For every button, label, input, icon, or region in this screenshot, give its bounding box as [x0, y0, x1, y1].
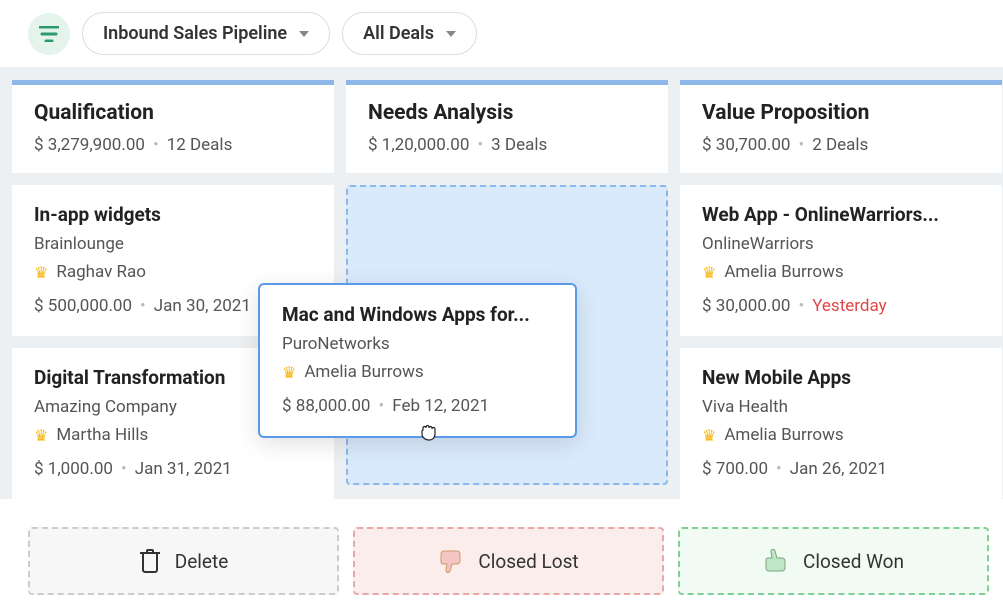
filter-icon	[39, 26, 59, 42]
deal-company: Viva Health	[702, 397, 980, 417]
column-deals: 3 Deals	[491, 135, 547, 155]
column-amount: $ 30,700.00	[702, 135, 790, 155]
owner-name: Amelia Burrows	[724, 425, 843, 445]
filter-label: All Deals	[363, 23, 434, 44]
owner-name: Amelia Burrows	[304, 362, 423, 382]
delete-zone[interactable]: Delete	[28, 527, 339, 595]
deal-date: Jan 26, 2021	[790, 459, 887, 479]
closed-won-label: Closed Won	[803, 550, 904, 573]
column-deals: 12 Deals	[167, 135, 233, 155]
column-header[interactable]: Qualification $ 3,279,900.00 • 12 Deals	[12, 80, 334, 173]
deal-owner: ♛ Amelia Burrows	[702, 425, 980, 445]
column-meta: $ 30,700.00 • 2 Deals	[702, 135, 980, 155]
separator-dot: •	[153, 135, 159, 155]
crown-icon: ♛	[282, 363, 296, 382]
deal-amount: $ 88,000.00	[282, 396, 370, 416]
crown-icon: ♛	[34, 263, 48, 282]
separator-dot: •	[140, 296, 146, 316]
top-bar: Inbound Sales Pipeline All Deals	[0, 0, 1003, 68]
deal-title: New Mobile Apps	[702, 366, 980, 389]
column-amount: $ 1,20,000.00	[368, 135, 469, 155]
column-title: Needs Analysis	[368, 101, 646, 125]
column-header[interactable]: Value Proposition $ 30,700.00 • 2 Deals	[680, 80, 1002, 173]
pipeline-dropdown[interactable]: Inbound Sales Pipeline	[82, 12, 330, 55]
separator-dot: •	[776, 459, 782, 479]
dragging-deal-card[interactable]: Mac and Windows Apps for... PuroNetworks…	[258, 283, 577, 438]
separator-dot: •	[477, 135, 483, 155]
deal-amount: $ 1,000.00	[34, 459, 113, 479]
delete-label: Delete	[175, 550, 229, 573]
separator-dot: •	[121, 459, 127, 479]
column-header[interactable]: Needs Analysis $ 1,20,000.00 • 3 Deals	[346, 80, 668, 173]
deal-date: Jan 31, 2021	[135, 459, 232, 479]
column-value-proposition: Value Proposition $ 30,700.00 • 2 Deals …	[680, 80, 1002, 499]
closed-lost-label: Closed Lost	[478, 550, 578, 573]
deal-date: Feb 12, 2021	[392, 396, 489, 416]
deal-footer: $ 30,000.00 • Yesterday	[702, 296, 980, 316]
thumbs-down-icon	[438, 548, 464, 574]
deal-footer: $ 88,000.00 • Feb 12, 2021	[282, 396, 553, 416]
column-deals: 2 Deals	[812, 135, 868, 155]
crown-icon: ♛	[702, 263, 716, 282]
deal-date: Jan 30, 2021	[154, 296, 251, 316]
column-meta: $ 3,279,900.00 • 12 Deals	[34, 135, 312, 155]
deal-footer: $ 1,000.00 • Jan 31, 2021	[34, 459, 312, 479]
deal-date: Yesterday	[812, 296, 886, 316]
owner-name: Raghav Rao	[56, 262, 146, 282]
deal-amount: $ 30,000.00	[702, 296, 790, 316]
deal-company: PuroNetworks	[282, 334, 553, 354]
chevron-down-icon	[299, 31, 309, 37]
thumbs-up-icon	[763, 548, 789, 574]
deal-footer: $ 700.00 • Jan 26, 2021	[702, 459, 980, 479]
closed-won-zone[interactable]: Closed Won	[678, 527, 989, 595]
owner-name: Martha Hills	[56, 425, 148, 445]
deal-title: Web App - OnlineWarriors...	[702, 203, 980, 226]
column-title: Qualification	[34, 101, 312, 125]
column-title: Value Proposition	[702, 101, 980, 125]
deal-owner: ♛ Amelia Burrows	[282, 362, 553, 382]
owner-name: Amelia Burrows	[724, 262, 843, 282]
deal-owner: ♛ Amelia Burrows	[702, 262, 980, 282]
column-meta: $ 1,20,000.00 • 3 Deals	[368, 135, 646, 155]
deal-owner: ♛ Raghav Rao	[34, 262, 312, 282]
separator-dot: •	[798, 135, 804, 155]
crown-icon: ♛	[702, 426, 716, 445]
deal-title: Mac and Windows Apps for...	[282, 303, 553, 326]
separator-dot: •	[378, 396, 384, 416]
filter-dropdown[interactable]: All Deals	[342, 12, 477, 55]
closed-lost-zone[interactable]: Closed Lost	[353, 527, 664, 595]
grab-cursor-icon	[418, 420, 440, 447]
deal-card[interactable]: New Mobile Apps Viva Health ♛ Amelia Bur…	[680, 348, 1002, 499]
crown-icon: ♛	[34, 426, 48, 445]
separator-dot: •	[798, 296, 804, 316]
filter-button[interactable]	[28, 13, 70, 55]
deal-company: OnlineWarriors	[702, 234, 980, 254]
chevron-down-icon	[446, 31, 456, 37]
deal-title: In-app widgets	[34, 203, 312, 226]
trash-icon	[139, 548, 161, 574]
drop-actions: Delete Closed Lost Closed Won	[28, 527, 989, 595]
deal-company: Brainlounge	[34, 234, 312, 254]
column-amount: $ 3,279,900.00	[34, 135, 145, 155]
deal-amount: $ 700.00	[702, 459, 768, 479]
deal-card[interactable]: Web App - OnlineWarriors... OnlineWarrio…	[680, 185, 1002, 336]
pipeline-label: Inbound Sales Pipeline	[103, 23, 287, 44]
deal-amount: $ 500,000.00	[34, 296, 132, 316]
